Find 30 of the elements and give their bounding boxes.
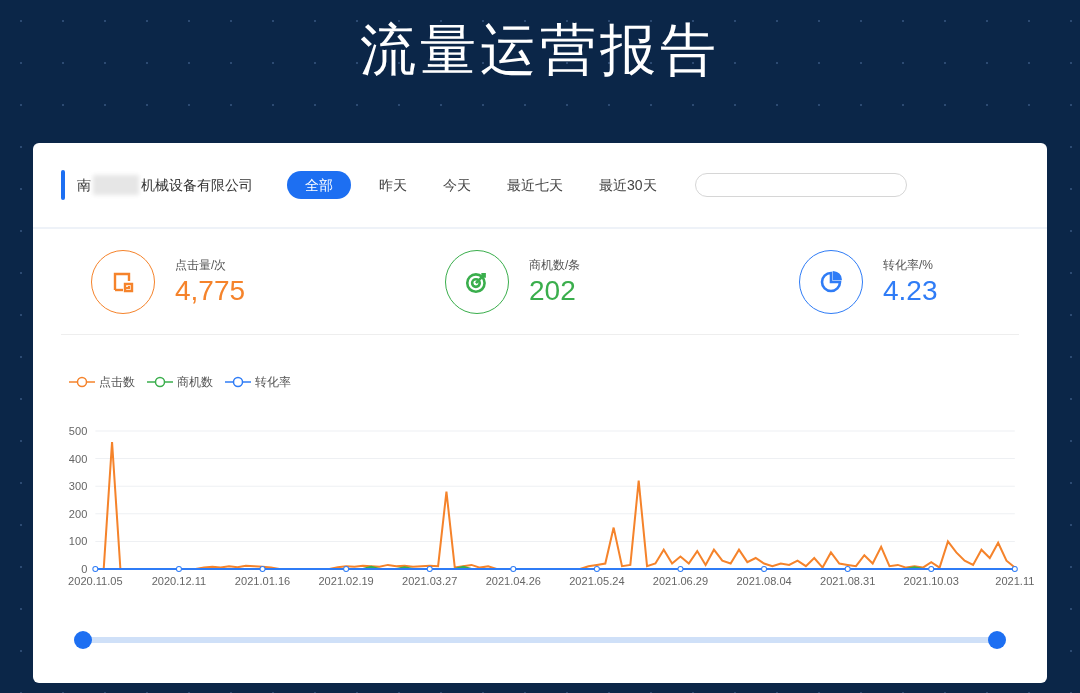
y-axis-label: 400: [68, 452, 88, 465]
x-axis-label: 2020.11.05: [68, 575, 123, 587]
x-axis-label: 2020.12.11: [151, 575, 207, 587]
metric-value: 202: [529, 273, 577, 308]
company-name: 南: [77, 175, 91, 195]
x-axis-label: 2021.11: [995, 575, 1035, 587]
x-axis-label: 2021.06.29: [652, 575, 709, 587]
legend-label: 商机数: [177, 374, 213, 391]
x-axis-label: 2021.08.04: [736, 575, 792, 587]
metric-label: 点击量/次: [175, 256, 228, 274]
y-axis-label: 300: [68, 480, 88, 493]
x-axis-label: 2021.01.16: [234, 575, 291, 587]
y-axis-label: 200: [68, 507, 88, 520]
x-axis-label: 2021.02.19: [318, 575, 374, 587]
y-axis-label: 500: [68, 425, 88, 437]
x-axis-label: 2021.04.26: [485, 575, 541, 587]
x-axis-label: 2021.03.27: [402, 575, 458, 587]
metric-value: 4.23: [883, 273, 938, 308]
legend-label: 转化率: [255, 374, 291, 391]
metric-label: 转化率/%: [883, 256, 934, 274]
x-axis-label: 2021.05.24: [569, 575, 625, 587]
x-axis-label: 2021.08.31: [820, 575, 876, 587]
y-axis-label: 0: [81, 563, 88, 575]
x-axis-label: 2021.10.03: [903, 575, 959, 587]
legend-label: 点击数: [99, 374, 135, 391]
metric-value: 4,775: [175, 273, 246, 308]
report-title: 流量运营报告: [360, 16, 720, 84]
metric-label: 商机数/条: [529, 256, 581, 274]
y-axis-label: 100: [68, 535, 88, 548]
company-name: 机械设备有限公司: [141, 175, 253, 195]
